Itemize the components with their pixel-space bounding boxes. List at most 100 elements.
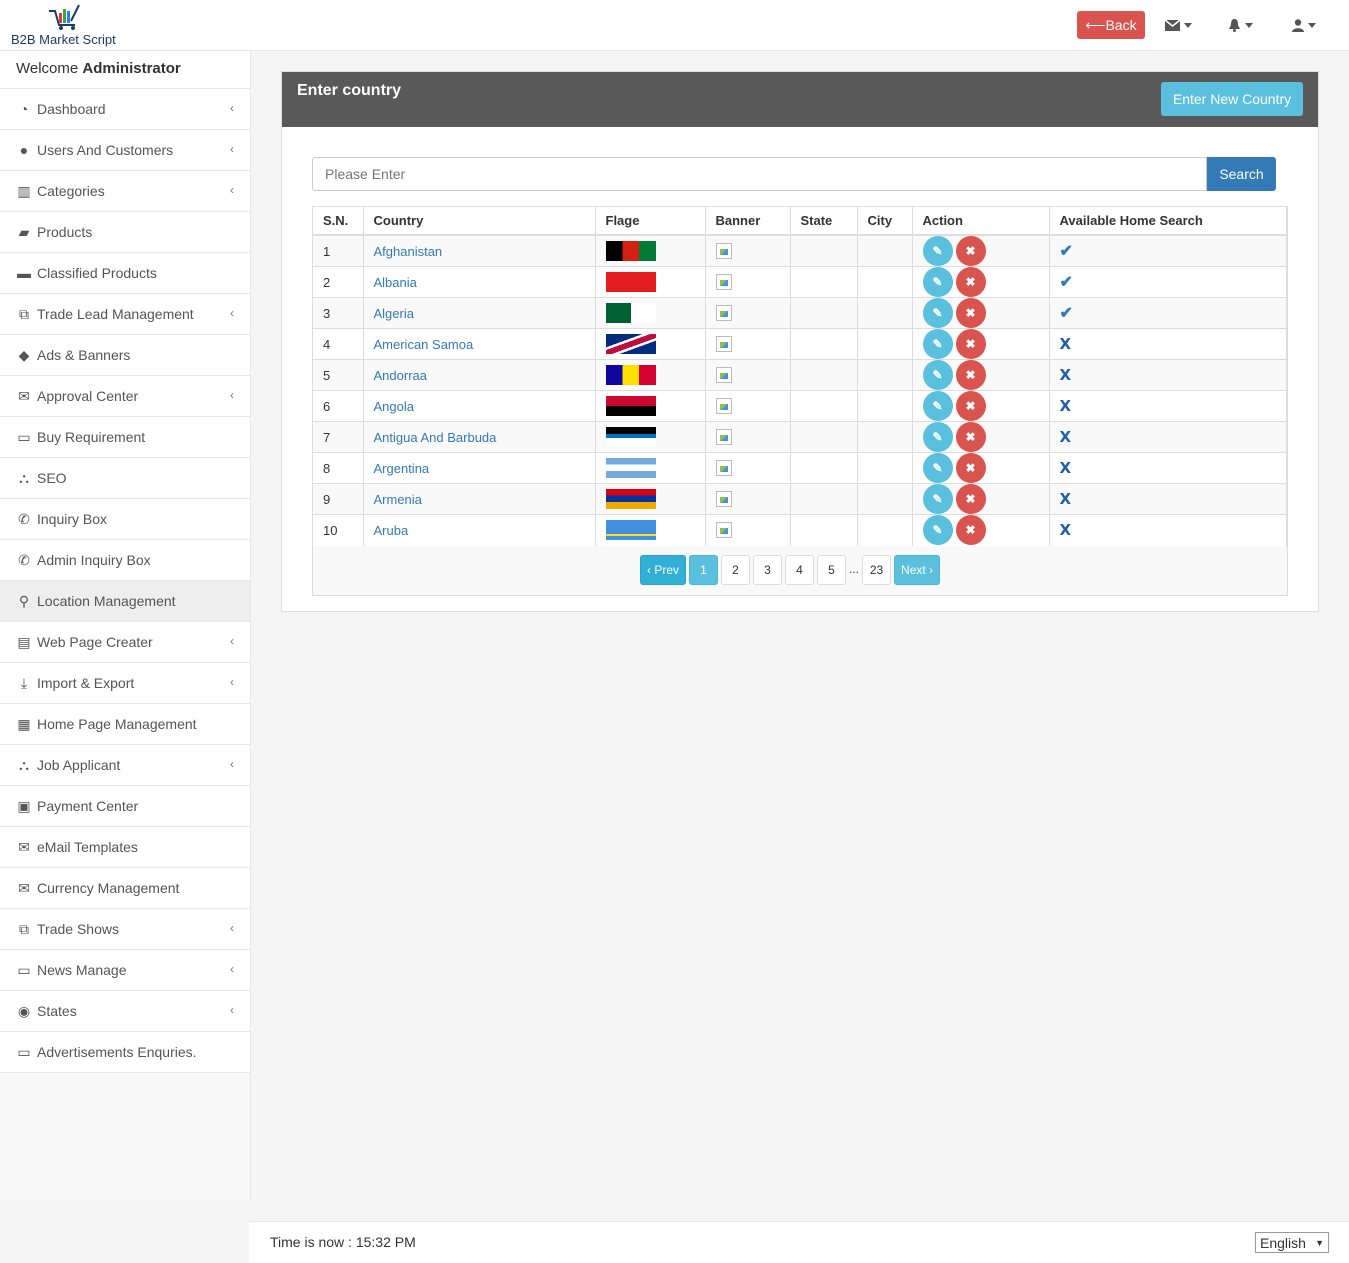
sidebar-item-web-page-creater[interactable]: ▤ Web Page Creater ‹: [0, 622, 250, 663]
sidebar-item-home-page-management[interactable]: ▦ Home Page Management: [0, 704, 250, 745]
cross-icon[interactable]: X: [1060, 459, 1072, 477]
cell-state: [790, 266, 858, 298]
next-page-button[interactable]: Next ›: [894, 555, 941, 585]
flag-image: [605, 272, 656, 292]
cell-sn: 6: [313, 390, 364, 422]
delete-button[interactable]: ✖: [955, 298, 986, 328]
table-row: 9 Armenia ✎ ✖ X: [313, 483, 1287, 515]
edit-button[interactable]: ✎: [922, 391, 953, 421]
edit-button[interactable]: ✎: [922, 484, 953, 514]
sidebar-item-payment-center[interactable]: ▣ Payment Center: [0, 786, 250, 827]
sidebar-item-import-export[interactable]: ⤓ Import & Export ‹: [0, 663, 250, 704]
messages-dropdown[interactable]: [1165, 14, 1192, 36]
cross-icon[interactable]: X: [1060, 366, 1072, 384]
cell-action: ✎ ✖: [912, 234, 1050, 267]
prev-page-button[interactable]: ‹ Prev: [640, 555, 687, 585]
sidebar-item-trade-shows[interactable]: ⧉ Trade Shows ‹: [0, 909, 250, 950]
delete-icon: ✖: [965, 461, 976, 475]
sidebar-item-dashboard[interactable]: ◔ Dashboard ‹: [0, 89, 250, 130]
country-link[interactable]: American Samoa: [374, 337, 474, 352]
sidebar-item-states[interactable]: ◉ States ‹: [0, 991, 250, 1032]
sidebar-item-trade-lead-management[interactable]: ⧉ Trade Lead Management ‹: [0, 294, 250, 335]
sidebar-item-buy-requirement[interactable]: ▭ Buy Requirement: [0, 417, 250, 458]
cross-icon[interactable]: X: [1060, 397, 1072, 415]
sidebar-item-ads-banners[interactable]: ◆ Ads & Banners: [0, 335, 250, 376]
delete-button[interactable]: ✖: [955, 453, 986, 483]
sidebar-item-location-management[interactable]: ⚲ Location Management: [0, 581, 250, 622]
briefcase-icon: ▰: [18, 223, 30, 240]
table-row: 8 Argentina ✎ ✖ X: [313, 452, 1287, 484]
delete-button[interactable]: ✖: [955, 360, 986, 390]
delete-button[interactable]: ✖: [955, 329, 986, 359]
sidebar-item-seo[interactable]: ⛬ SEO: [0, 458, 250, 499]
sidebar-item-inquiry-box[interactable]: ✆ Inquiry Box: [0, 499, 250, 540]
country-link[interactable]: Albania: [374, 275, 417, 290]
cell-country: Albania: [363, 266, 596, 298]
row-actions: ✎ ✖: [922, 298, 1039, 328]
edit-icon: ✎: [932, 461, 943, 475]
col-state: State: [790, 207, 858, 236]
sidebar-item-categories[interactable]: ▥ Categories ‹: [0, 171, 250, 212]
page-2-button[interactable]: 2: [721, 555, 751, 585]
edit-button[interactable]: ✎: [922, 298, 953, 328]
sidebar-item-users-and-customers[interactable]: ● Users And Customers ‹: [0, 130, 250, 171]
country-link[interactable]: Afghanistan: [374, 244, 443, 259]
language-select[interactable]: English ▼: [1255, 1232, 1329, 1253]
brand-logo[interactable]: B2B Market Script: [10, 3, 120, 47]
enter-new-country-button[interactable]: Enter New Country: [1161, 82, 1303, 116]
sidebar-item-email-templates[interactable]: ✉ eMail Templates: [0, 827, 250, 868]
cross-icon[interactable]: X: [1060, 521, 1072, 539]
cross-icon[interactable]: X: [1060, 490, 1072, 508]
delete-button[interactable]: ✖: [955, 515, 986, 546]
page-4-button[interactable]: 4: [785, 555, 815, 585]
sidebar-item-label: Import & Export: [37, 675, 135, 691]
country-link[interactable]: Angola: [374, 399, 414, 414]
delete-button[interactable]: ✖: [955, 391, 986, 421]
page-last-button[interactable]: 23: [862, 555, 892, 585]
sidebar-item-currency-management[interactable]: ✉ Currency Management: [0, 868, 250, 909]
notifications-dropdown[interactable]: [1228, 14, 1253, 36]
country-link[interactable]: Aruba: [374, 523, 409, 538]
sidebar-item-approval-center[interactable]: ✉ Approval Center ‹: [0, 376, 250, 417]
sidebar-item-news-manage[interactable]: ▭ News Manage ‹: [0, 950, 250, 991]
sidebar-item-classified-products[interactable]: ▬ Classified Products: [0, 253, 250, 294]
sidebar-item-advertisements-enquries[interactable]: ▭ Advertisements Enquries.: [0, 1032, 250, 1073]
page-5-button[interactable]: 5: [817, 555, 847, 585]
edit-button[interactable]: ✎: [922, 329, 953, 359]
delete-button[interactable]: ✖: [955, 236, 986, 266]
sidebar-item-products[interactable]: ▰ Products: [0, 212, 250, 253]
search-input[interactable]: [312, 157, 1207, 191]
edit-button[interactable]: ✎: [922, 236, 953, 266]
edit-button[interactable]: ✎: [922, 453, 953, 483]
country-panel: Enter country Enter New Country Search S…: [281, 71, 1319, 612]
edit-button[interactable]: ✎: [922, 267, 953, 297]
cross-icon[interactable]: X: [1060, 335, 1072, 353]
edit-button[interactable]: ✎: [922, 515, 953, 546]
sidebar-item-admin-inquiry-box[interactable]: ✆ Admin Inquiry Box: [0, 540, 250, 581]
edit-button[interactable]: ✎: [922, 360, 953, 390]
checkmark-icon[interactable]: ✔: [1060, 243, 1073, 260]
country-link[interactable]: Antigua And Barbuda: [374, 430, 497, 445]
sidebar-item-job-applicant[interactable]: ⛬ Job Applicant ‹: [0, 745, 250, 786]
checkmark-icon[interactable]: ✔: [1060, 274, 1073, 291]
delete-button[interactable]: ✖: [955, 484, 986, 514]
edit-icon: ✎: [932, 244, 943, 258]
delete-button[interactable]: ✖: [955, 422, 986, 452]
search-button[interactable]: Search: [1207, 157, 1276, 191]
flag-image: [605, 303, 656, 323]
sidebar-item-label: Trade Shows: [37, 921, 119, 937]
cell-sn: 10: [313, 514, 364, 546]
user-dropdown[interactable]: [1292, 14, 1316, 36]
country-link[interactable]: Armenia: [374, 492, 422, 507]
country-link[interactable]: Andorraa: [374, 368, 427, 383]
country-link[interactable]: Argentina: [374, 461, 430, 476]
back-button[interactable]: ⟵Back: [1077, 11, 1145, 39]
cross-icon[interactable]: X: [1060, 428, 1072, 446]
welcome-text: Welcome Administrator: [0, 51, 250, 89]
delete-button[interactable]: ✖: [955, 267, 986, 297]
page-3-button[interactable]: 3: [753, 555, 783, 585]
country-link[interactable]: Algeria: [374, 306, 414, 321]
checkmark-icon[interactable]: ✔: [1060, 305, 1073, 322]
edit-button[interactable]: ✎: [922, 422, 953, 452]
page-1-button[interactable]: 1: [689, 555, 719, 585]
